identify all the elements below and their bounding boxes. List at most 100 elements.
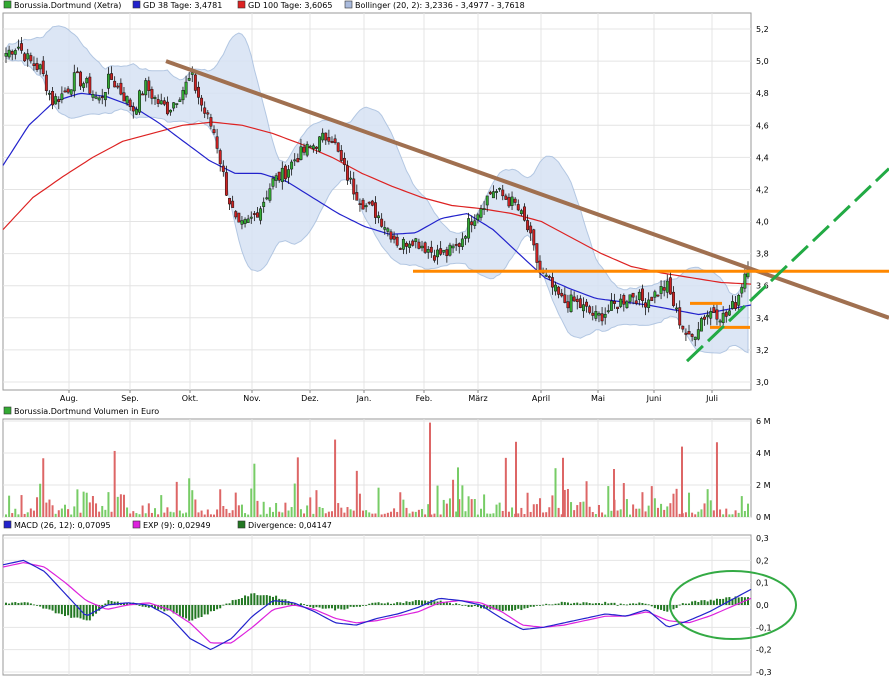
divergence-bar bbox=[719, 598, 722, 605]
divergence-bar bbox=[383, 603, 386, 605]
volume-bar bbox=[185, 512, 188, 517]
divergence-bar bbox=[408, 601, 411, 605]
divergence-bar bbox=[209, 605, 212, 612]
volume-bar bbox=[225, 508, 228, 517]
candle-body bbox=[342, 157, 346, 165]
volume-bar bbox=[728, 514, 731, 517]
candle-body bbox=[256, 212, 259, 218]
candle-body bbox=[35, 63, 39, 70]
price-y-tick: 3,4 bbox=[756, 314, 769, 323]
price-legend-swatch bbox=[237, 0, 246, 9]
candle-body bbox=[464, 236, 467, 239]
volume-bar bbox=[386, 512, 389, 517]
candle-body bbox=[23, 53, 27, 62]
divergence-bar bbox=[185, 605, 188, 619]
candle-body bbox=[401, 238, 405, 250]
candle-body bbox=[85, 78, 89, 84]
volume-bar bbox=[601, 512, 604, 517]
volume-bar bbox=[368, 512, 371, 517]
candle-body bbox=[190, 72, 194, 75]
candle-body bbox=[405, 242, 408, 247]
divergence-bar bbox=[629, 603, 632, 605]
volume-bar bbox=[113, 450, 116, 517]
volume-bar bbox=[647, 505, 650, 517]
volume-bar bbox=[573, 510, 576, 517]
volume-bar bbox=[17, 514, 20, 517]
price-x-tick: März bbox=[468, 394, 487, 403]
volume-bar bbox=[563, 489, 566, 517]
volume-bar bbox=[166, 507, 169, 517]
volume-bar bbox=[604, 514, 607, 517]
candle-body bbox=[94, 96, 98, 99]
divergence-bar bbox=[228, 603, 231, 605]
divergence-bar bbox=[327, 605, 330, 609]
candle-body bbox=[72, 72, 76, 92]
volume-bar bbox=[119, 494, 122, 517]
volume-bar bbox=[538, 498, 541, 517]
candle-body bbox=[377, 215, 381, 219]
price-y-tick: 4,4 bbox=[756, 153, 769, 162]
candle-body bbox=[234, 211, 238, 218]
volume-bar bbox=[467, 496, 470, 517]
divergence-bar bbox=[691, 601, 694, 605]
volume-bar bbox=[122, 494, 125, 517]
price-y-tick: 3,8 bbox=[756, 250, 769, 259]
divergence-bar bbox=[681, 603, 684, 605]
price-x-tick: Juni bbox=[646, 394, 662, 403]
divergence-bar bbox=[607, 603, 610, 605]
divergence-bar bbox=[203, 605, 206, 615]
candle-body bbox=[529, 225, 533, 234]
candle-body bbox=[460, 238, 464, 247]
candle-body bbox=[600, 313, 604, 322]
candle-body bbox=[268, 188, 272, 201]
volume-bar bbox=[14, 508, 17, 517]
volume-bar bbox=[622, 483, 625, 517]
candle-body bbox=[616, 306, 620, 309]
volume-bar bbox=[681, 446, 683, 517]
candle-body bbox=[141, 93, 145, 96]
divergence-bar bbox=[349, 605, 352, 607]
volume-bar bbox=[429, 422, 431, 517]
divergence-bar bbox=[706, 601, 709, 605]
volume-bar bbox=[216, 509, 219, 517]
candle-body bbox=[501, 189, 505, 197]
divergence-bar bbox=[219, 605, 222, 609]
volume-bar bbox=[666, 506, 669, 517]
volume-bar bbox=[399, 492, 402, 517]
volume-bar bbox=[501, 510, 504, 517]
candle-body bbox=[482, 208, 486, 210]
volume-bar bbox=[116, 496, 119, 517]
volume-bar bbox=[452, 479, 455, 517]
volume-bar bbox=[691, 512, 694, 517]
candle-body bbox=[491, 191, 495, 199]
volume-bar bbox=[352, 510, 355, 517]
volume-bar bbox=[725, 508, 728, 517]
candle-body bbox=[290, 161, 294, 170]
divergence-bar bbox=[306, 605, 309, 606]
divergence-bar bbox=[523, 605, 526, 609]
divergence-bar bbox=[560, 601, 563, 605]
divergence-bar bbox=[625, 604, 628, 606]
candle-body bbox=[398, 248, 402, 250]
volume-bar bbox=[188, 478, 191, 517]
volume-bar bbox=[290, 507, 293, 517]
volume-bar bbox=[63, 504, 66, 517]
divergence-bar bbox=[355, 605, 358, 607]
divergence-bar bbox=[88, 605, 91, 621]
divergence-bar bbox=[641, 603, 644, 605]
volume-bar bbox=[200, 510, 203, 517]
volume-bar bbox=[327, 511, 330, 517]
candle-body bbox=[715, 309, 719, 320]
candle-body bbox=[504, 195, 508, 200]
volume-bar bbox=[262, 501, 265, 517]
volume-bar bbox=[67, 509, 70, 517]
divergence-bar bbox=[45, 605, 48, 609]
candle-body bbox=[51, 90, 55, 106]
candle-body bbox=[66, 88, 70, 93]
volume-bar bbox=[625, 499, 628, 517]
divergence-bar bbox=[554, 603, 557, 605]
price-x-tick: Juli bbox=[705, 394, 718, 403]
volume-legend-swatch bbox=[3, 406, 12, 415]
divergence-bar bbox=[20, 602, 23, 605]
divergence-bar bbox=[63, 605, 66, 617]
